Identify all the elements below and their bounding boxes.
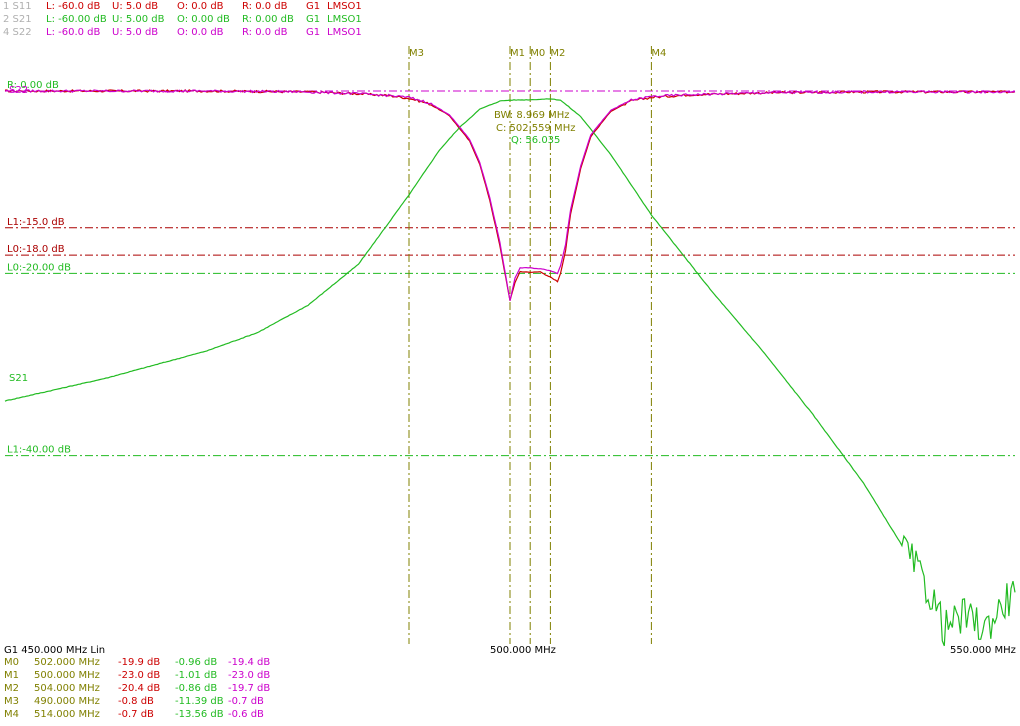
x-center-label: 500.000 MHz [490,645,556,656]
marker-cell-s22: -19.7 dB [228,683,271,694]
marker-label: M0 [530,48,545,59]
marker-cell-s21: -0.96 dB [175,657,218,668]
marker-label: M2 [550,48,565,59]
marker-cell-freq: 504.000 MHz [34,683,100,694]
marker-cell-freq: 502.000 MHz [34,657,100,668]
marker-table-row: M4 514.000 MHz -0.7 dB -13.56 dB -0.6 dB [0,709,300,722]
plot-labels: L1:-15.0 dB L0:-18.0 dB L0:-20.00 dB L1:-40… [7,48,666,456]
marker-table-row: M0 502.000 MHz -19.9 dB -0.96 dB -19.4 dB [0,657,300,670]
marker-cell-s22: -23.0 dB [228,670,271,681]
marker-cell-s11: -0.8 dB [118,696,154,707]
bw-info-text: BW: 8.969 MHz [494,110,570,121]
marker-cell-s11: -20.4 dB [118,683,161,694]
bw-info-text: Q: 56.035 [511,135,560,146]
marker-cell-freq: 500.000 MHz [34,670,100,681]
marker-cell-s21: -0.86 dB [175,683,218,694]
marker-cell-s11: -19.9 dB [118,657,161,668]
vna-plot[interactable]: L1:-15.0 dB L0:-18.0 dB L0:-20.00 dB L1:-40… [0,0,1020,650]
x-start-label: G1 450.000 MHz Lin [4,645,106,656]
marker-cell-s22: -19.4 dB [228,657,271,668]
marker-cell-s22: -0.7 dB [228,696,264,707]
marker-cell-freq: 514.000 MHz [34,709,100,720]
marker-table-row: M1 500.000 MHz -23.0 dB -1.01 dB -23.0 dB [0,670,300,683]
marker-cell-s21: -1.01 dB [175,670,218,681]
marker-label: M3 [409,48,424,59]
marker-cell-name: M1 [4,670,19,681]
limit-line-label: L1:-40.00 dB [7,445,71,456]
bw-info-text: C: 502.559 MHz [496,123,575,134]
marker-cell-freq: 490.000 MHz [34,696,100,707]
marker-label: M4 [651,48,666,59]
limit-line-label: L0:-18.0 dB [7,244,65,255]
marker-cell-name: M0 [4,657,19,668]
marker-cell-name: M2 [4,683,19,694]
trace-tag-s21: S21 [9,373,28,384]
marker-cell-s22: -0.6 dB [228,709,264,720]
trace-tag-s22: S22 [9,85,28,96]
limit-line-label: L0:-20.00 dB [7,262,71,273]
marker-table-row: M3 490.000 MHz -0.8 dB -11.39 dB -0.7 dB [0,696,300,709]
marker-cell-name: M3 [4,696,19,707]
marker-cell-s21: -13.56 dB [175,709,224,720]
limit-line-label: L1:-15.0 dB [7,217,65,228]
marker-table-row: M2 504.000 MHz -20.4 dB -0.86 dB -19.7 dB [0,683,300,696]
marker-cell-s11: -0.7 dB [118,709,154,720]
marker-cell-name: M4 [4,709,19,720]
marker-label: M1 [510,48,525,59]
x-stop-label: 550.000 MHz [950,645,1016,656]
marker-cell-s11: -23.0 dB [118,670,161,681]
marker-cell-s21: -11.39 dB [175,696,224,707]
